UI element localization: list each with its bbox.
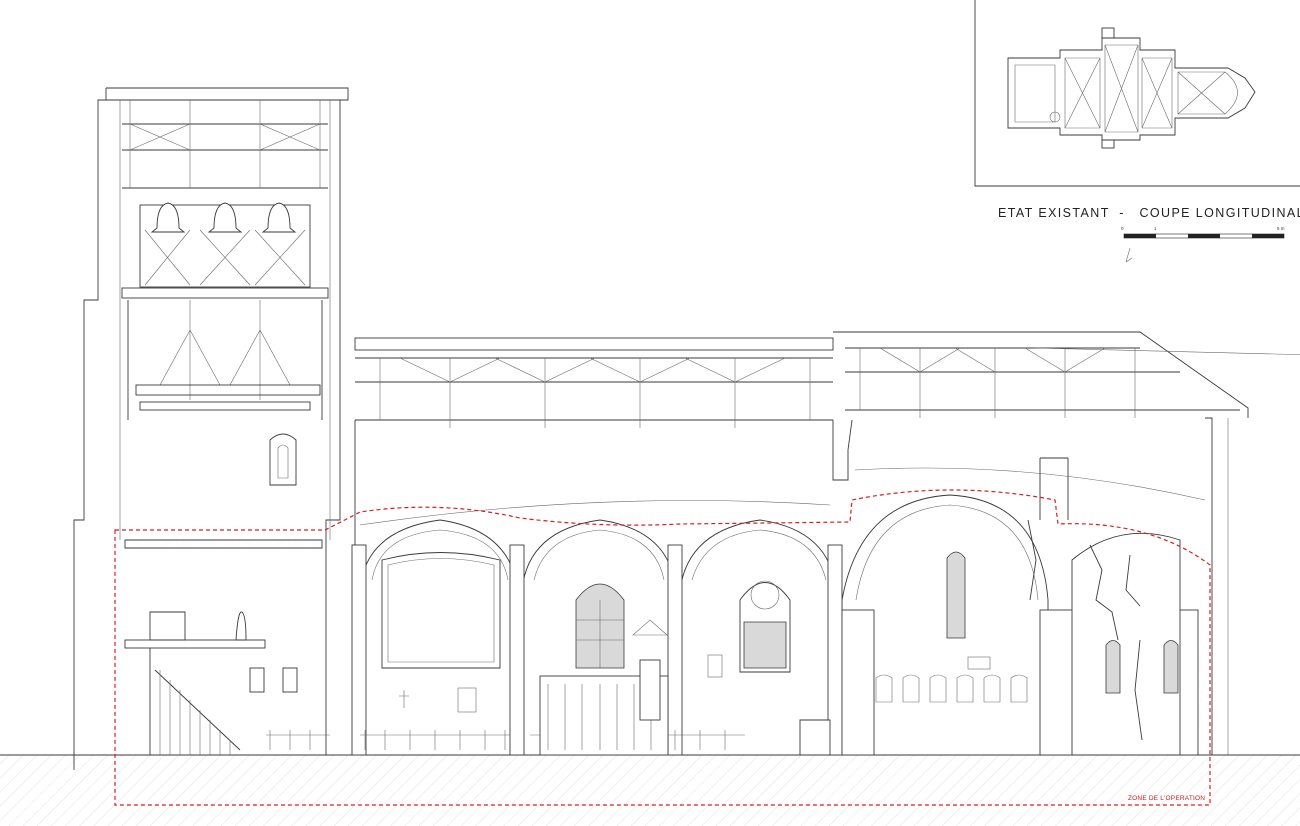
title-separator: - xyxy=(1119,206,1125,220)
title-part-2: COUPE LONGITUDINALE A xyxy=(1139,206,1300,220)
scale-label-mid: 1 xyxy=(1154,226,1157,231)
bell-tower xyxy=(73,87,349,770)
scale-bar xyxy=(1123,233,1285,263)
tribune-gallery xyxy=(124,539,323,755)
scale-label-start: 0 xyxy=(1121,226,1124,231)
furniture xyxy=(266,619,1028,756)
bell-icon xyxy=(150,202,186,233)
bell-icon xyxy=(207,202,243,233)
key-plan xyxy=(974,0,1300,187)
drawing-title: ETAT EXISTANT - COUPE LONGITUDINALE A xyxy=(998,206,1300,220)
nave-roof xyxy=(354,331,1300,428)
bell-icon xyxy=(261,202,297,233)
title-part-1: ETAT EXISTANT xyxy=(998,206,1110,220)
ground-hatch xyxy=(0,755,1300,826)
operation-zone-label: ZONE DE L'OPERATION xyxy=(1128,795,1206,802)
longitudinal-section-drawing xyxy=(0,0,1300,826)
scale-label-end: 5 m xyxy=(1277,226,1285,231)
